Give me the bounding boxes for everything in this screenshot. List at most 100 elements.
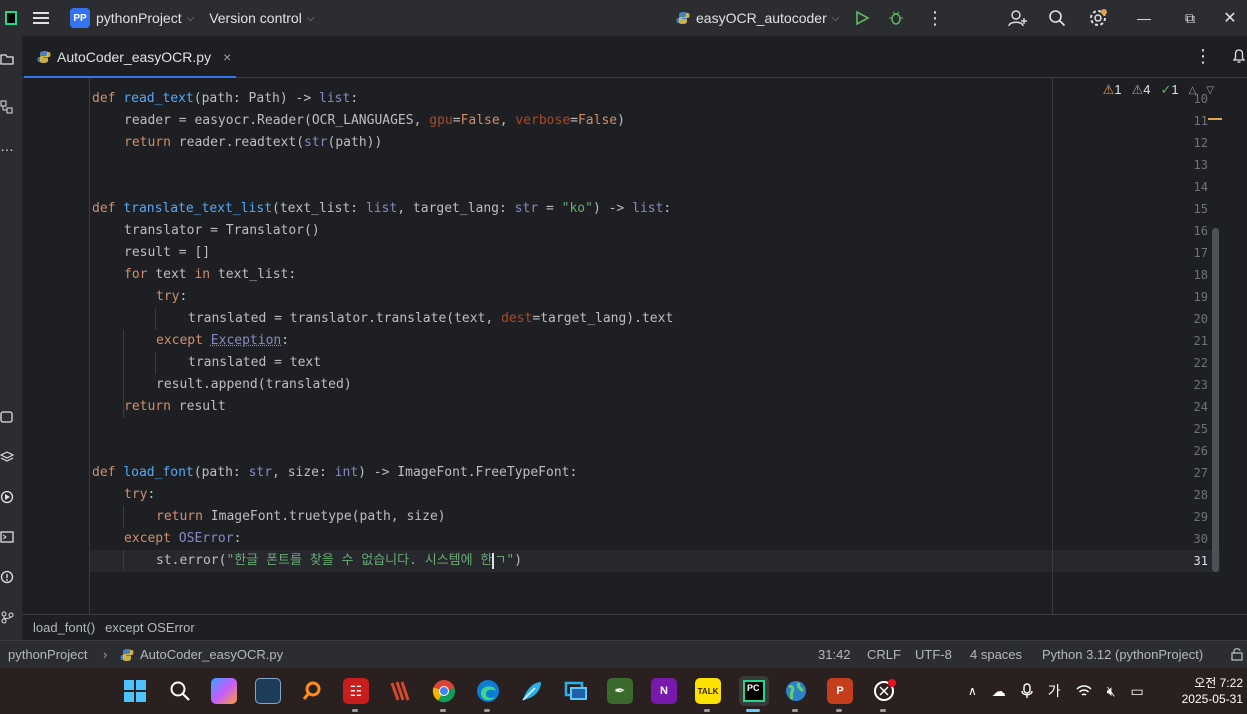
structure-icon[interactable] (0, 100, 14, 114)
code-editor[interactable]: 10 11 12 13 14 15 16 17 18 19 20 21 22 23 24 25 26 27 28 29… (22, 78, 1222, 614)
chevron-down-icon: ⌵ (831, 12, 840, 24)
search-everywhere-button[interactable] (1048, 0, 1066, 36)
line-number: 31 (1193, 554, 1208, 568)
weak-warning-triangle-icon: ⚠ (1131, 82, 1144, 97)
more-actions-button[interactable]: ⋮ (926, 0, 944, 36)
next-highlight-icon[interactable]: ▽ (1206, 85, 1214, 96)
typo-count[interactable]: ✓1 (1160, 82, 1178, 98)
indent-setting[interactable]: 4 spaces (970, 647, 1022, 662)
python-file-icon (120, 648, 134, 661)
run-config-selector[interactable]: easyOCR_autocoder ⌵ (676, 0, 839, 36)
breadcrumb-function[interactable]: load_font() (33, 620, 95, 635)
tab-autocoder-easyocr[interactable]: AutoCoder_easyOCR.py × (24, 36, 236, 79)
python-file-icon (37, 51, 51, 63)
show-hidden-icons-button[interactable]: ∧ (968, 684, 977, 698)
python-icon (676, 12, 690, 24)
onenote-icon: N (660, 685, 668, 697)
file-encoding[interactable]: UTF-8 (915, 647, 952, 662)
tab-options-button[interactable]: ⋮ (1194, 46, 1212, 67)
more-tools-icon[interactable]: … (0, 138, 14, 154)
error-count[interactable]: ⚠1 (1103, 82, 1122, 98)
onenote-app[interactable]: N (651, 678, 677, 704)
powerpoint-app[interactable]: P (827, 678, 853, 704)
services-icon[interactable] (0, 490, 14, 504)
python-interpreter[interactable]: Python 3.12 (pythonProject) (1042, 647, 1203, 662)
close-window-button[interactable]: ✕ (1213, 0, 1247, 36)
caret-position[interactable]: 31:42 (818, 647, 851, 662)
volume-muted-icon[interactable]: 🔇︎ (1107, 683, 1116, 700)
terminal-icon[interactable] (0, 530, 14, 544)
run-button[interactable] (854, 0, 870, 36)
problems-icon[interactable] (0, 570, 14, 584)
notifications-button[interactable] (1232, 48, 1246, 67)
add-user-icon (1008, 10, 1027, 27)
lock-icon[interactable] (1230, 647, 1244, 661)
vcs-menu[interactable]: Version control ⌵ (209, 0, 314, 36)
status-file[interactable]: AutoCoder_easyOCR.py (120, 647, 283, 662)
code-line-28: try: (124, 487, 156, 502)
settings-button[interactable] (1088, 0, 1108, 36)
line-separator[interactable]: CRLF (867, 647, 901, 662)
breadcrumb-except[interactable]: except OSError (105, 620, 195, 635)
pycharm-app-active[interactable]: PC (739, 676, 769, 706)
app-globe[interactable] (783, 678, 809, 704)
wifi-icon[interactable] (1076, 684, 1092, 698)
status-project[interactable]: pythonProject (8, 647, 88, 662)
code-line-30: except OSError: (124, 531, 242, 546)
running-indicator (880, 709, 886, 712)
bell-icon (1232, 49, 1246, 63)
search-app[interactable] (299, 678, 325, 704)
app-feather[interactable] (519, 678, 545, 704)
layers-icon[interactable] (0, 450, 14, 464)
git-icon[interactable] (0, 610, 14, 624)
edge-app[interactable] (475, 678, 501, 704)
left-tool-strip: … (0, 36, 22, 640)
restore-button[interactable]: ⧉ (1167, 0, 1213, 36)
gear-icon (1090, 9, 1107, 26)
debug-button[interactable] (888, 0, 904, 36)
app-winrar[interactable] (387, 678, 413, 704)
app-chatgpt[interactable] (871, 678, 897, 704)
vertical-scrollbar[interactable] (1212, 228, 1219, 572)
line-number: 15 (1193, 202, 1208, 216)
folder-icon[interactable] (0, 52, 14, 66)
kakaotalk-icon: TALK (697, 686, 719, 696)
vcs-label: Version control (209, 10, 302, 26)
code-with-me-button[interactable] (1008, 0, 1028, 36)
inspection-widget[interactable]: ⚠1 ⚠4 ✓1 △ ▽ (1103, 82, 1214, 98)
code-line-29: return ImageFont.truetype(path, size) (156, 509, 446, 524)
main-menu-button[interactable] (22, 0, 60, 36)
app-remote[interactable] (563, 678, 589, 704)
kakaotalk-app[interactable]: TALK (695, 678, 721, 704)
battery-icon[interactable]: ▭ (1131, 683, 1144, 700)
app-red-grid[interactable]: ☷ (343, 678, 369, 704)
copilot-app[interactable] (211, 678, 237, 704)
browser-window-app[interactable] (255, 678, 281, 704)
line-number: 20 (1193, 312, 1208, 326)
taskbar-search-button[interactable] (167, 678, 193, 704)
close-tab-icon[interactable]: × (223, 49, 231, 65)
warning-count[interactable]: ⚠4 (1132, 82, 1151, 98)
minimize-button[interactable]: — (1121, 0, 1167, 36)
microphone-icon[interactable] (1021, 683, 1033, 699)
project-selector[interactable]: PP pythonProject ⌵ (70, 0, 194, 36)
line-number: 12 (1193, 136, 1208, 150)
chrome-app[interactable] (431, 678, 457, 704)
code-line-17: result = [] (124, 245, 211, 260)
previous-highlight-icon[interactable]: △ (1189, 85, 1197, 96)
code-line-20: translated = translator.translate(text, … (188, 311, 674, 326)
warning-stripe-marker[interactable] (1208, 118, 1222, 120)
line-number: 24 (1193, 400, 1208, 414)
ime-indicator[interactable]: 가 (1048, 681, 1061, 701)
run-config-name: easyOCR_autocoder (696, 10, 827, 26)
indent-guide (123, 550, 124, 572)
start-button[interactable] (122, 678, 148, 704)
onedrive-icon[interactable]: ☁ (992, 683, 1006, 700)
app-image-editor[interactable]: ✒ (607, 678, 633, 704)
status-bar: pythonProject › AutoCoder_easyOCR.py 31:… (0, 640, 1247, 668)
chatgpt-icon (874, 679, 896, 701)
python-packages-icon[interactable] (0, 410, 14, 424)
chevron-right-icon: › (103, 647, 108, 662)
line-number: 18 (1193, 268, 1208, 282)
system-clock[interactable]: 오전 7:22 2025-05-31 (1182, 675, 1243, 707)
